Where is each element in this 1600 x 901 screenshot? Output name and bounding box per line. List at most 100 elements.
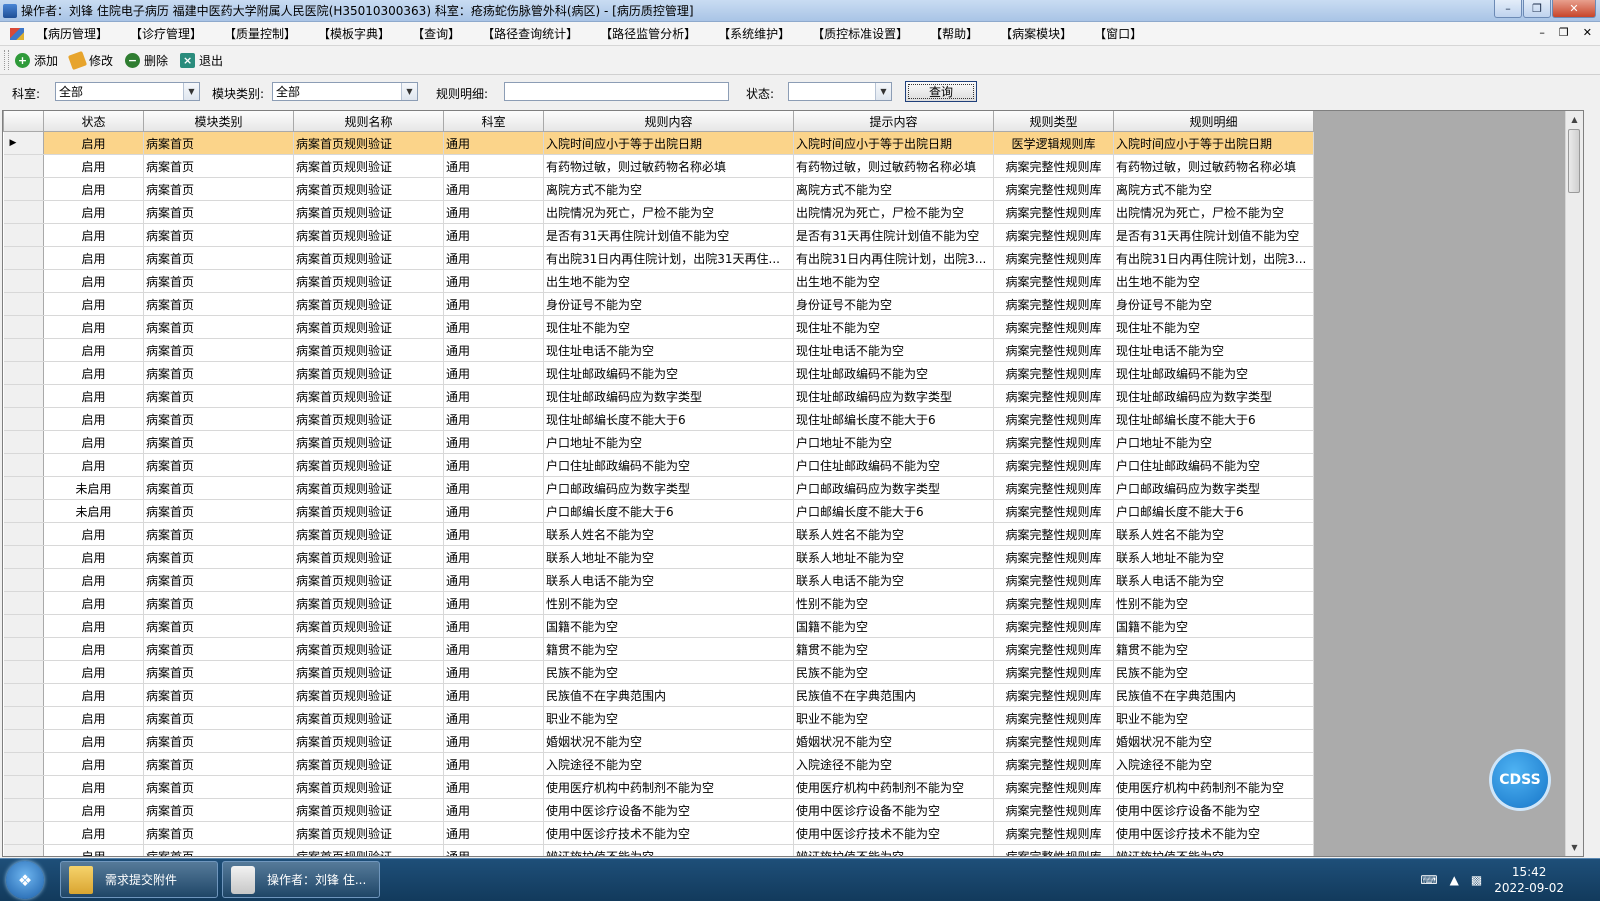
- table-cell[interactable]: 病案完整性规则库: [993, 522, 1114, 546]
- table-cell[interactable]: 通用: [443, 269, 544, 293]
- table-cell[interactable]: 启用: [43, 660, 144, 684]
- table-cell[interactable]: 联系人电话不能为空: [543, 568, 794, 592]
- menu-case-module[interactable]: 【病案模块】: [1000, 25, 1072, 42]
- table-row[interactable]: 启用 病案首页 病案首页规则验证 通用 职业不能为空 职业不能为空 病案完整性规则库 职业不能…: [3, 706, 1314, 730]
- table-cell[interactable]: 病案完整性规则库: [993, 545, 1114, 569]
- table-cell[interactable]: 通用: [443, 522, 544, 546]
- table-cell[interactable]: 民族值不在字典范围内: [793, 683, 994, 707]
- table-cell[interactable]: 病案首页规则验证: [293, 614, 444, 638]
- table-row[interactable]: 启用 病案首页 病案首页规则验证 通用 户口地址不能为空 户口地址不能为空 病案完整性规则库…: [3, 430, 1314, 454]
- table-cell[interactable]: 病案首页规则验证: [293, 683, 444, 707]
- table-cell[interactable]: 入院时间应小于等于出院日期: [543, 131, 794, 155]
- table-cell[interactable]: 联系人姓名不能为空: [543, 522, 794, 546]
- mdi-close-button[interactable]: ✕: [1583, 26, 1592, 39]
- table-cell[interactable]: 身份证号不能为空: [1113, 292, 1314, 316]
- table-row[interactable]: 启用 病案首页 病案首页规则验证 通用 民族不能为空 民族不能为空 病案完整性规则库 民族不能…: [3, 660, 1314, 684]
- table-cell[interactable]: 通用: [443, 729, 544, 753]
- table-cell[interactable]: 离院方式不能为空: [1113, 177, 1314, 201]
- table-cell[interactable]: 籍贯不能为空: [793, 637, 994, 661]
- table-cell[interactable]: 国籍不能为空: [1113, 614, 1314, 638]
- table-cell[interactable]: 入院途径不能为空: [1113, 752, 1314, 776]
- table-cell[interactable]: 病案首页: [143, 223, 294, 247]
- table-row[interactable]: 启用 病案首页 病案首页规则验证 通用 辨证施护值不能为空 辨证施护值不能为空 病案完整性规…: [3, 844, 1314, 856]
- table-cell[interactable]: 户口住址邮政编码不能为空: [1113, 453, 1314, 477]
- table-cell[interactable]: 病案首页规则验证: [293, 660, 444, 684]
- row-header[interactable]: [3, 269, 44, 293]
- chevron-down-icon[interactable]: ▼: [183, 83, 199, 100]
- table-cell[interactable]: 病案首页规则验证: [293, 177, 444, 201]
- table-cell[interactable]: 病案完整性规则库: [993, 361, 1114, 385]
- row-header[interactable]: [3, 729, 44, 753]
- table-cell[interactable]: 使用中医诊疗设备不能为空: [543, 798, 794, 822]
- table-cell[interactable]: 启用: [43, 591, 144, 615]
- edit-button[interactable]: 修改: [67, 50, 113, 70]
- table-cell[interactable]: 病案完整性规则库: [993, 614, 1114, 638]
- table-cell[interactable]: 启用: [43, 568, 144, 592]
- table-cell[interactable]: 病案首页规则验证: [293, 200, 444, 224]
- module-select[interactable]: 全部 ▼: [272, 82, 418, 101]
- table-cell[interactable]: 使用医疗机构中药制剂不能为空: [543, 775, 794, 799]
- query-button[interactable]: 查询: [905, 81, 977, 102]
- table-cell[interactable]: 通用: [443, 177, 544, 201]
- table-cell[interactable]: 通用: [443, 453, 544, 477]
- table-cell[interactable]: 通用: [443, 614, 544, 638]
- menu-diagnosis[interactable]: 【诊疗管理】: [130, 25, 202, 42]
- table-cell[interactable]: 病案首页: [143, 660, 294, 684]
- table-cell[interactable]: 启用: [43, 798, 144, 822]
- table-cell[interactable]: 通用: [443, 361, 544, 385]
- table-cell[interactable]: 病案首页: [143, 844, 294, 856]
- table-cell[interactable]: 现住址邮政编码应为数字类型: [543, 384, 794, 408]
- row-header[interactable]: [3, 798, 44, 822]
- table-cell[interactable]: 入院时间应小于等于出院日期: [1113, 131, 1314, 155]
- col-header-rule-name[interactable]: 规则名称: [293, 111, 444, 132]
- table-cell[interactable]: 户口邮政编码应为数字类型: [1113, 476, 1314, 500]
- table-cell[interactable]: 病案首页规则验证: [293, 131, 444, 155]
- table-cell[interactable]: 联系人电话不能为空: [1113, 568, 1314, 592]
- menu-query[interactable]: 【查询】: [412, 25, 460, 42]
- table-cell[interactable]: 现住址电话不能为空: [1113, 338, 1314, 362]
- table-cell[interactable]: 启用: [43, 292, 144, 316]
- menu-path-query-stats[interactable]: 【路径查询统计】: [482, 25, 578, 42]
- table-cell[interactable]: 启用: [43, 361, 144, 385]
- table-cell[interactable]: 病案首页: [143, 798, 294, 822]
- table-cell[interactable]: 有出院31日内再住院计划，出院3...: [1113, 246, 1314, 270]
- table-row[interactable]: 启用 病案首页 病案首页规则验证 通用 出生地不能为空 出生地不能为空 病案完整性规则库 出生…: [3, 269, 1314, 293]
- row-header[interactable]: [3, 775, 44, 799]
- table-cell[interactable]: 启用: [43, 177, 144, 201]
- scroll-up-icon[interactable]: ▲: [1566, 111, 1583, 128]
- network-icon[interactable]: ▩: [1471, 873, 1482, 887]
- table-cell[interactable]: 未启用: [43, 499, 144, 523]
- table-cell[interactable]: 通用: [443, 775, 544, 799]
- table-cell[interactable]: 病案首页: [143, 154, 294, 178]
- table-cell[interactable]: 病案首页: [143, 338, 294, 362]
- row-header[interactable]: [3, 407, 44, 431]
- table-cell[interactable]: 病案首页: [143, 729, 294, 753]
- table-cell[interactable]: 国籍不能为空: [793, 614, 994, 638]
- table-cell[interactable]: 病案完整性规则库: [993, 200, 1114, 224]
- row-header[interactable]: [3, 177, 44, 201]
- table-cell[interactable]: 启用: [43, 338, 144, 362]
- table-cell[interactable]: 病案完整性规则库: [993, 637, 1114, 661]
- table-row[interactable]: 未启用 病案首页 病案首页规则验证 通用 户口邮编长度不能大于6 户口邮编长度不能大于6 病…: [3, 499, 1314, 523]
- table-cell[interactable]: 联系人地址不能为空: [793, 545, 994, 569]
- table-cell[interactable]: 身份证号不能为空: [793, 292, 994, 316]
- table-cell[interactable]: 病案首页: [143, 292, 294, 316]
- table-cell[interactable]: 现住址不能为空: [793, 315, 994, 339]
- col-header-rule-type[interactable]: 规则类型: [993, 111, 1114, 132]
- table-cell[interactable]: 病案完整性规则库: [993, 476, 1114, 500]
- table-cell[interactable]: 启用: [43, 522, 144, 546]
- table-cell[interactable]: 通用: [443, 407, 544, 431]
- table-cell[interactable]: 出院情况为死亡，尸检不能为空: [1113, 200, 1314, 224]
- menu-template-dictionary[interactable]: 【模板字典】: [318, 25, 390, 42]
- row-header[interactable]: [3, 453, 44, 477]
- table-cell[interactable]: 通用: [443, 499, 544, 523]
- table-cell[interactable]: 启用: [43, 315, 144, 339]
- row-header[interactable]: [3, 683, 44, 707]
- table-cell[interactable]: 病案首页规则验证: [293, 315, 444, 339]
- table-cell[interactable]: 户口地址不能为空: [543, 430, 794, 454]
- table-cell[interactable]: 启用: [43, 614, 144, 638]
- table-cell[interactable]: 现住址邮政编码不能为空: [543, 361, 794, 385]
- add-button[interactable]: + 添加: [15, 52, 58, 69]
- table-cell[interactable]: 使用中医诊疗技术不能为空: [543, 821, 794, 845]
- table-cell[interactable]: 病案首页规则验证: [293, 775, 444, 799]
